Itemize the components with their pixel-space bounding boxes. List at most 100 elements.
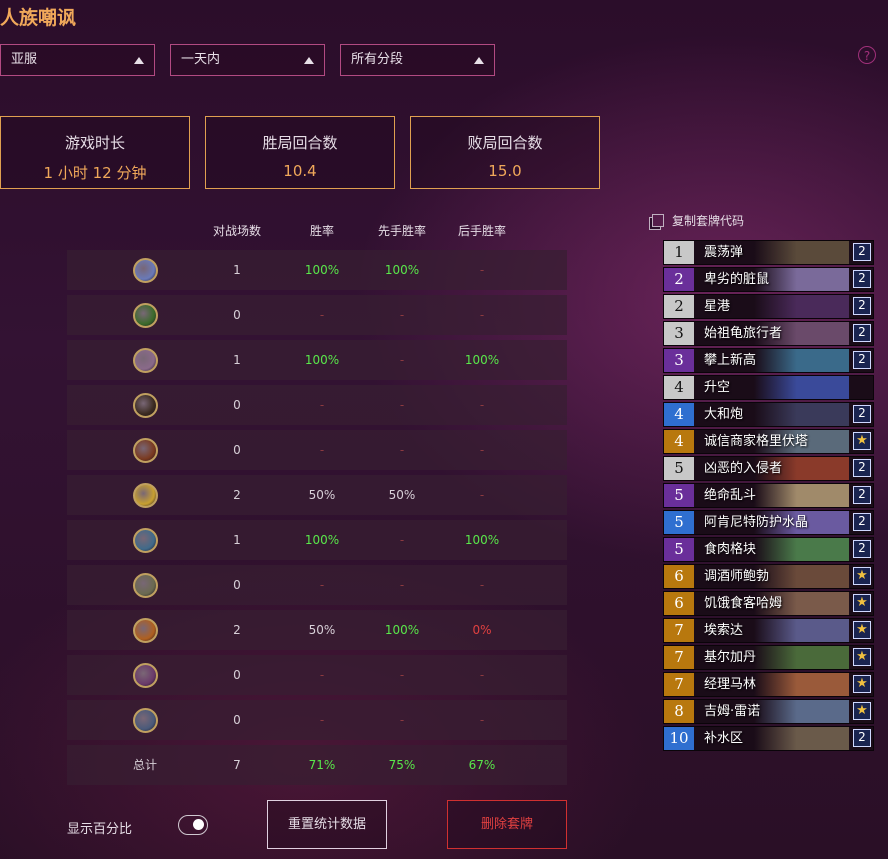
- row-second-winrate: -: [479, 713, 485, 727]
- dropdown-arrow-icon: [134, 57, 144, 64]
- card-art: [754, 727, 849, 750]
- card-count: 2: [853, 351, 871, 369]
- row-winrate: -: [319, 713, 325, 727]
- deck-card[interactable]: 1 震荡弹 2: [663, 240, 874, 265]
- row-games: 0: [233, 668, 241, 682]
- row-first-winrate: -: [399, 533, 405, 547]
- row-games: 0: [233, 443, 241, 457]
- table-total-row: 总计 7 71% 75% 67%: [67, 745, 567, 785]
- row-first-winrate: -: [399, 353, 405, 367]
- table-row: 1 100% - 100%: [67, 520, 567, 560]
- druid-class-icon: [133, 303, 158, 328]
- card-count: 2: [853, 540, 871, 558]
- card-cost: 8: [664, 700, 694, 723]
- deck-card[interactable]: 5 食肉格块 2: [663, 537, 874, 562]
- row-first-winrate: 100%: [384, 623, 420, 637]
- row-second-winrate: 0%: [472, 623, 492, 637]
- deck-card[interactable]: 2 星港 2: [663, 294, 874, 319]
- card-count: 2: [853, 270, 871, 288]
- row-first-winrate: -: [399, 443, 405, 457]
- table-row: 0 - - -: [67, 385, 567, 425]
- row-first-winrate: 100%: [384, 263, 420, 277]
- deck-card[interactable]: 4 大和炮 2: [663, 402, 874, 427]
- deck-card[interactable]: 5 阿肯尼特防护水晶 2: [663, 510, 874, 535]
- deck-card[interactable]: 4 升空: [663, 375, 874, 400]
- card-art: [754, 241, 849, 264]
- total-winrate: 71%: [308, 758, 336, 772]
- col-header-games: 对战场数: [212, 224, 261, 238]
- time-range-select-value: 一天内: [181, 52, 221, 67]
- show-percent-toggle[interactable]: [178, 815, 208, 835]
- row-games: 1: [233, 533, 241, 547]
- row-winrate: -: [319, 308, 325, 322]
- card-cost: 6: [664, 565, 694, 588]
- deck-card[interactable]: 7 基尔加丹 ★: [663, 645, 874, 670]
- deck-card[interactable]: 7 经理马林 ★: [663, 672, 874, 697]
- legendary-star-icon: ★: [853, 702, 871, 720]
- card-art: [754, 673, 849, 696]
- time-range-select[interactable]: 一天内: [170, 44, 325, 76]
- deck-card[interactable]: 5 凶恶的入侵者 2: [663, 456, 874, 481]
- region-select[interactable]: 亚服: [0, 44, 155, 76]
- reset-stats-button[interactable]: 重置统计数据: [267, 800, 387, 849]
- card-art: [754, 295, 849, 318]
- row-first-winrate: -: [399, 308, 405, 322]
- hunter-class-icon: [133, 438, 158, 463]
- row-first-winrate: -: [399, 578, 405, 592]
- card-art: [754, 619, 849, 642]
- help-icon[interactable]: ?: [858, 46, 876, 64]
- deck-card[interactable]: 8 吉姆·雷诺 ★: [663, 699, 874, 724]
- dropdown-arrow-icon: [474, 57, 484, 64]
- row-winrate: -: [319, 443, 325, 457]
- card-name: 基尔加丹: [704, 650, 757, 665]
- card-name: 诚信商家格里伏塔: [704, 434, 809, 449]
- row-first-winrate: 50%: [388, 488, 416, 502]
- deck-card[interactable]: 7 埃索达 ★: [663, 618, 874, 643]
- deck-card[interactable]: 6 饥饿食客哈姆 ★: [663, 591, 874, 616]
- copy-icon: [652, 214, 664, 227]
- row-games: 1: [233, 353, 241, 367]
- deck-card[interactable]: 5 绝命乱斗 2: [663, 483, 874, 508]
- rank-select[interactable]: 所有分段: [340, 44, 495, 76]
- row-first-winrate: -: [399, 668, 405, 682]
- total-label: 总计: [133, 758, 158, 772]
- card-count: 2: [853, 513, 871, 531]
- card-name: 震荡弹: [704, 245, 744, 260]
- card-art: [754, 349, 849, 372]
- deck-card[interactable]: 6 调酒师鲍勃 ★: [663, 564, 874, 589]
- dropdown-arrow-icon: [304, 57, 314, 64]
- card-name: 埃索达: [704, 623, 744, 638]
- legendary-star-icon: ★: [853, 594, 871, 612]
- deck-card[interactable]: 10 补水区 2: [663, 726, 874, 751]
- priest-class-icon: [133, 573, 158, 598]
- demonhunter-class-icon: [133, 663, 158, 688]
- row-winrate: 50%: [308, 623, 336, 637]
- deck-card[interactable]: 4 诚信商家格里伏塔 ★: [663, 429, 874, 454]
- card-name: 升空: [704, 380, 731, 395]
- card-cost: 7: [664, 646, 694, 669]
- legendary-star-icon: ★: [853, 648, 871, 666]
- row-winrate: 50%: [308, 488, 336, 502]
- deck-card[interactable]: 3 攀上新高 2: [663, 348, 874, 373]
- stat-win-turns: 胜局回合数 10.4: [205, 116, 395, 189]
- deck-card[interactable]: 2 卑劣的脏鼠 2: [663, 267, 874, 292]
- stat-value: 1 小时 12 分钟: [43, 164, 147, 182]
- delete-deck-button[interactable]: 删除套牌: [447, 800, 567, 849]
- legendary-star-icon: ★: [853, 675, 871, 693]
- card-cost: 6: [664, 592, 694, 615]
- stat-loss-turns: 败局回合数 15.0: [410, 116, 600, 189]
- card-art: [754, 484, 849, 507]
- card-name: 绝命乱斗: [704, 488, 757, 503]
- total-second-winrate: 67%: [468, 758, 496, 772]
- card-cost: 5: [664, 484, 694, 507]
- card-count: 2: [853, 324, 871, 342]
- deck-card[interactable]: 3 始祖龟旅行者 2: [663, 321, 874, 346]
- copy-deck-code-button[interactable]: 复制套牌代码: [652, 212, 744, 229]
- warlock-class-icon: [133, 618, 158, 643]
- card-cost: 4: [664, 430, 694, 453]
- card-name: 始祖龟旅行者: [704, 326, 783, 341]
- table-row: 2 50% 100% 0%: [67, 610, 567, 650]
- stat-value: 15.0: [488, 162, 522, 180]
- card-cost: 5: [664, 511, 694, 534]
- card-cost: 4: [664, 403, 694, 426]
